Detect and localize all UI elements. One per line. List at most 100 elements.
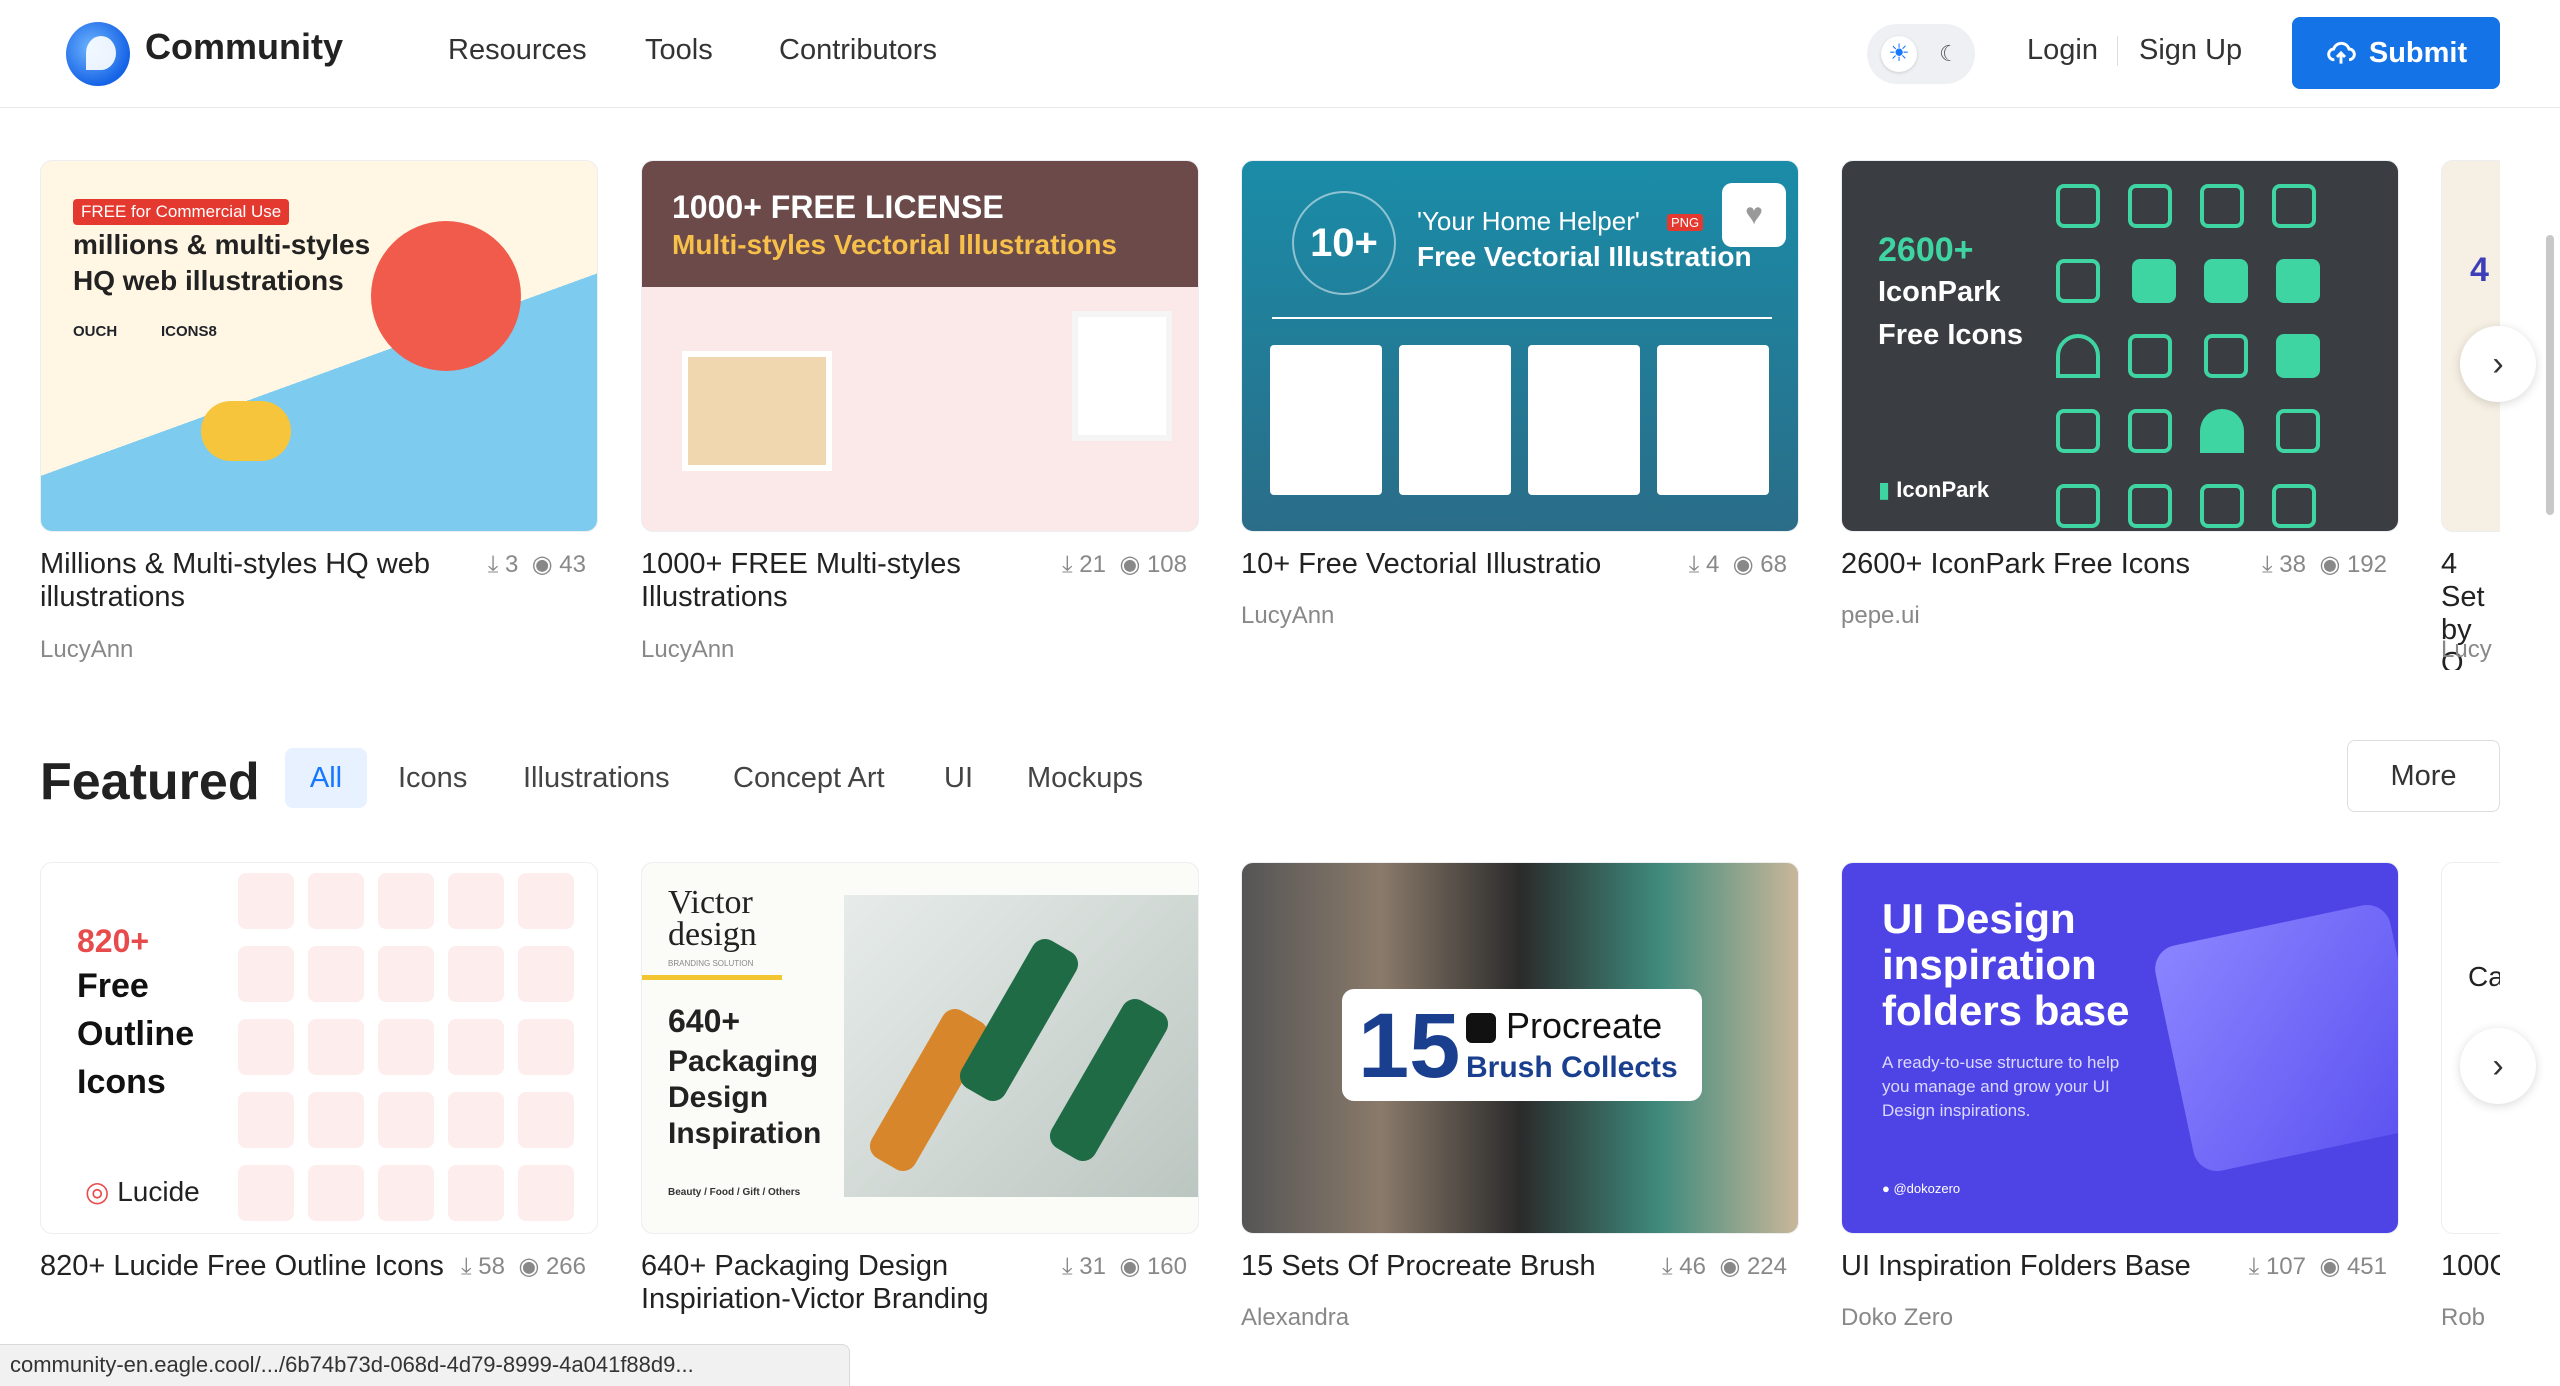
- lamp-icon: [2200, 184, 2244, 228]
- iconpark-mark-icon: ▮: [1878, 477, 1891, 502]
- tab-icons[interactable]: Icons: [398, 762, 467, 795]
- drops-icon: [308, 946, 364, 1002]
- thumb-number: 640+: [668, 1003, 741, 1039]
- card-title[interactable]: 820+ Lucide Free Outline Icons: [40, 1250, 470, 1283]
- bed-icon: [2056, 184, 2100, 228]
- resource-card[interactable]: 2600+ IconPark Free Icons ▮ IconPark 260…: [1841, 160, 2399, 629]
- heart-pulse-icon: [448, 1019, 504, 1075]
- piggy-bank-icon: [448, 1092, 504, 1148]
- card-thumbnail[interactable]: 10+ 'Your Home Helper' PNG Free Vectoria…: [1241, 160, 1799, 532]
- card-title[interactable]: 100C: [2441, 1250, 2500, 1283]
- carousel-next-button[interactable]: ›: [2460, 326, 2536, 402]
- card-author[interactable]: LucyAnn: [641, 636, 734, 664]
- resource-card[interactable]: FREE for Commercial Use millions & multi…: [40, 160, 598, 663]
- tab-all[interactable]: All: [285, 748, 367, 808]
- tab-illustrations[interactable]: Illustrations: [523, 762, 670, 795]
- login-link[interactable]: Login: [2027, 34, 2098, 67]
- card-title[interactable]: 2600+ IconPark Free Icons: [1841, 548, 2271, 581]
- pizza-icon: [518, 1092, 574, 1148]
- card-author[interactable]: LucyAnn: [40, 636, 133, 664]
- more-button[interactable]: More: [2347, 740, 2500, 812]
- card-thumbnail[interactable]: 15 Procreate Brush Collects: [1241, 862, 1799, 1234]
- card-author[interactable]: Doko Zero: [1841, 1304, 1953, 1332]
- iron-icon: [2272, 484, 2316, 528]
- card-author[interactable]: Rob: [2441, 1304, 2485, 1332]
- resource-card[interactable]: UI Design inspiration folders base A rea…: [1841, 862, 2399, 1331]
- thumb-brand: Victor design: [668, 884, 757, 953]
- illustration-frame: [682, 351, 832, 471]
- card-title[interactable]: 1000+ FREE Multi-styles Illustrations: [641, 548, 1071, 614]
- thumb-text: UI Design: [1882, 895, 2076, 942]
- case-icon: [2204, 259, 2249, 303]
- bath-icon: [2128, 409, 2172, 453]
- procreate-label: Procreate: [1506, 1005, 1663, 1046]
- card-author[interactable]: LucyAnn: [1241, 602, 1334, 630]
- card-title[interactable]: Millions & Multi-styles HQ web illustrat…: [40, 548, 470, 614]
- procreate-icon: [1466, 1013, 1496, 1044]
- card-thumbnail[interactable]: FREE for Commercial Use millions & multi…: [40, 160, 598, 532]
- thumb-text: Free Icons: [1878, 319, 2024, 351]
- party-icon: [378, 1092, 434, 1148]
- wrench-icon: [238, 873, 294, 929]
- card-thumbnail[interactable]: 2600+ IconPark Free Icons ▮ IconPark: [1841, 160, 2399, 532]
- tab-mockups[interactable]: Mockups: [1027, 762, 1143, 795]
- carousel-next-button[interactable]: ›: [2460, 1028, 2536, 1104]
- download-icon: ⤓: [1662, 1253, 1673, 1280]
- resource-card[interactable]: 1000+ FREE LICENSE Multi-styles Vectoria…: [641, 160, 1199, 663]
- download-icon: ⤓: [487, 551, 499, 578]
- sink-icon: [2128, 484, 2172, 528]
- folder-illustration: [2150, 900, 2398, 1176]
- divider: [1272, 317, 1772, 319]
- download-count: 31: [1079, 1253, 1106, 1280]
- thumb-text: Outline: [77, 1015, 195, 1053]
- resource-card[interactable]: 820+ Free Outline Icons ◎ Lucide 820+ Lu…: [40, 862, 598, 1282]
- nav-contributors[interactable]: Contributors: [779, 34, 937, 67]
- card-title[interactable]: 15 Sets Of Procreate Brush: [1241, 1250, 1671, 1283]
- card-stats: ⤓ 21 ◉ 108: [1062, 550, 1187, 579]
- card-thumbnail[interactable]: Victor design BRANDING SOLUTION 640+ Pac…: [641, 862, 1199, 1234]
- card-author[interactable]: Lucy: [2441, 636, 2492, 664]
- brand-name[interactable]: Community: [145, 26, 343, 68]
- view-count: 224: [1746, 1253, 1787, 1280]
- resource-card[interactable]: Victor design BRANDING SOLUTION 640+ Pac…: [641, 862, 1199, 1315]
- eye-icon: ◉: [1119, 551, 1141, 578]
- hanger-icon: [2128, 334, 2172, 378]
- card-title[interactable]: 640+ Packaging Design Inspiriation-Victo…: [641, 1250, 1071, 1316]
- nav-resources[interactable]: Resources: [448, 34, 587, 67]
- scrollbar-thumb[interactable]: [2546, 235, 2554, 515]
- card-author[interactable]: Alexandra: [1241, 1304, 1349, 1332]
- upload-cloud-icon: [2327, 41, 2356, 64]
- divider: [2117, 36, 2118, 66]
- community-logo-icon[interactable]: [66, 22, 130, 86]
- sun-icon[interactable]: ☀: [1881, 36, 1917, 72]
- tab-concept-art[interactable]: Concept Art: [733, 762, 885, 795]
- view-count: 108: [1146, 551, 1187, 578]
- wrench-icon: [378, 946, 434, 1002]
- illustration-dog: [201, 401, 291, 461]
- download-count: 107: [2265, 1253, 2306, 1280]
- card-thumbnail[interactable]: 1000+ FREE LICENSE Multi-styles Vectoria…: [641, 160, 1199, 532]
- shower-icon: [2276, 409, 2321, 453]
- nav-tools[interactable]: Tools: [645, 34, 713, 67]
- card-thumbnail[interactable]: UI Design inspiration folders base A rea…: [1841, 862, 2399, 1234]
- umbrella-icon: [2056, 334, 2100, 378]
- resource-card[interactable]: 15 Procreate Brush Collects 15 Sets Of P…: [1241, 862, 1799, 1331]
- lucide-logo-icon: ◎: [85, 1176, 110, 1207]
- tab-ui[interactable]: UI: [944, 762, 973, 795]
- signup-link[interactable]: Sign Up: [2139, 34, 2242, 67]
- card-title[interactable]: 10+ Free Vectorial Illustratio: [1241, 548, 1671, 581]
- theme-toggle[interactable]: ☀ ☾: [1867, 24, 1975, 84]
- card-author[interactable]: pepe.ui: [1841, 602, 1920, 630]
- thumb-number: 2600+: [1878, 231, 1974, 269]
- resource-card[interactable]: 10+ 'Your Home Helper' PNG Free Vectoria…: [1241, 160, 1799, 629]
- resource-card-partial[interactable]: 4 4 Set by O Lucy: [2441, 160, 2500, 670]
- lucide-logo: ◎ Lucide: [85, 1175, 200, 1208]
- card-title[interactable]: UI Inspiration Folders Base: [1841, 1250, 2271, 1283]
- heart-icon[interactable]: ♥: [1722, 183, 1786, 247]
- submit-button[interactable]: Submit: [2292, 17, 2500, 89]
- moon-icon[interactable]: ☾: [1931, 36, 1967, 72]
- bed-icon: [2204, 334, 2249, 378]
- png-badge: PNG: [1667, 214, 1704, 231]
- card-thumbnail[interactable]: 820+ Free Outline Icons ◎ Lucide: [40, 862, 598, 1234]
- thumb-text: 1000+ FREE LICENSE: [672, 189, 1004, 225]
